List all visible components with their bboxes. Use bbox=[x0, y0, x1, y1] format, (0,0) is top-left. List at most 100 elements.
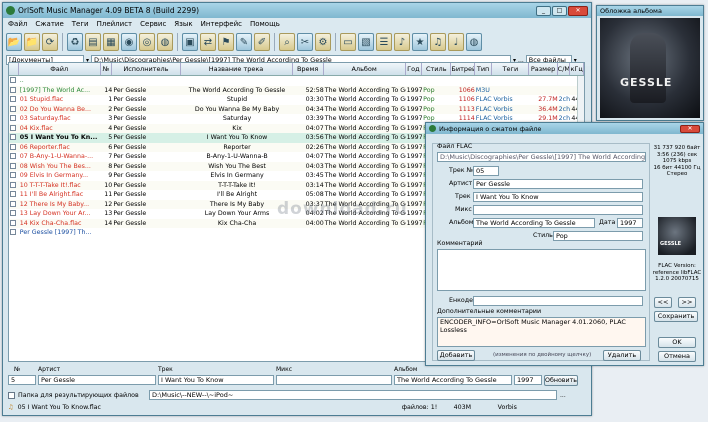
row-checkbox[interactable] bbox=[9, 181, 19, 191]
column-header[interactable]: Год bbox=[406, 63, 423, 75]
table-row[interactable]: [1997] The World Ac... 14 Per Gessle The Wo… bbox=[9, 85, 584, 96]
row-checkbox[interactable] bbox=[9, 162, 19, 172]
output-browse-button[interactable]: ... bbox=[560, 392, 566, 399]
row-checkbox[interactable] bbox=[9, 76, 19, 86]
info-path-field[interactable]: D:\Music\Discographies\Per Gessle\[1997]… bbox=[437, 152, 646, 162]
guitar-icon[interactable]: ♩ bbox=[448, 33, 464, 51]
row-checkbox[interactable] bbox=[9, 133, 19, 143]
column-header[interactable]: Тип bbox=[475, 63, 493, 75]
minimize-icon[interactable]: _ bbox=[536, 5, 551, 16]
row-checkbox[interactable] bbox=[9, 171, 19, 181]
info-add-button[interactable]: Добавить bbox=[437, 350, 475, 361]
window-icon[interactable]: ▭ bbox=[340, 33, 356, 51]
table-row[interactable]: 01 Stupid.flac 1 Per Gessle Stupid 03:30 The … bbox=[9, 95, 584, 105]
edit-year-input[interactable]: 1997 bbox=[514, 375, 542, 385]
info-date-input[interactable]: 1997 bbox=[617, 218, 643, 228]
info-style-select[interactable]: Pop bbox=[553, 231, 643, 241]
edit-track-input[interactable]: I Want You To Know bbox=[158, 375, 274, 385]
column-header[interactable]: Файл bbox=[19, 63, 101, 75]
open-folder-icon[interactable]: 📂 bbox=[6, 33, 22, 51]
row-checkbox[interactable] bbox=[9, 190, 19, 200]
ok-button[interactable]: OK bbox=[658, 337, 696, 348]
column-header[interactable] bbox=[9, 63, 19, 75]
edit-album-input[interactable]: The World According To Gessle bbox=[394, 375, 512, 385]
column-header[interactable]: Размер bbox=[529, 63, 558, 75]
info-mix-input[interactable] bbox=[473, 205, 643, 215]
album-title-bar[interactable]: Обложка альбома bbox=[597, 6, 703, 16]
info-artist-input[interactable]: Per Gessle bbox=[473, 179, 643, 189]
column-header[interactable]: Стиль bbox=[422, 63, 452, 75]
cd-copy-icon[interactable]: ◍ bbox=[157, 33, 173, 51]
tools-icon[interactable]: ⚙ bbox=[315, 33, 331, 51]
menu-item[interactable]: Сервис bbox=[140, 20, 166, 28]
cancel-button[interactable]: Отмена bbox=[658, 351, 696, 362]
row-checkbox[interactable] bbox=[9, 105, 19, 115]
edit-mix-input[interactable] bbox=[276, 375, 392, 385]
column-header[interactable]: Название трека bbox=[181, 63, 293, 75]
row-checkbox[interactable] bbox=[9, 219, 19, 229]
menu-item[interactable]: Плейлист bbox=[97, 20, 133, 28]
menu-item[interactable]: Помощь bbox=[250, 20, 280, 28]
image-icon[interactable]: ▧ bbox=[358, 33, 374, 51]
row-checkbox[interactable] bbox=[9, 124, 19, 134]
cd-icon[interactable]: ◉ bbox=[121, 33, 137, 51]
info-title-input[interactable]: I Want You To Know bbox=[473, 192, 643, 202]
playlist-icon[interactable]: ☰ bbox=[376, 33, 392, 51]
save-button[interactable]: Сохранить bbox=[654, 311, 698, 322]
menu-item[interactable]: Сжатие bbox=[35, 20, 63, 28]
output-folder-checkbox[interactable] bbox=[8, 391, 15, 399]
info-title-bar[interactable]: Информация о сжатом файле ✕ bbox=[426, 123, 703, 134]
edit-icon[interactable]: ✎ bbox=[236, 33, 252, 51]
tags-icon[interactable]: ⚑ bbox=[218, 33, 234, 51]
search-icon[interactable]: ⌕ bbox=[279, 33, 295, 51]
row-checkbox[interactable] bbox=[9, 143, 19, 153]
table-row[interactable]: 02 Do You Wanna Be... 2 Per Gessle Do You W… bbox=[9, 104, 584, 115]
column-header[interactable]: кГц bbox=[570, 63, 584, 75]
close-icon[interactable]: ✕ bbox=[568, 5, 588, 16]
row-checkbox[interactable] bbox=[9, 200, 19, 210]
recycle-icon[interactable]: ♻ bbox=[67, 33, 83, 51]
doc-icon[interactable]: ▤ bbox=[85, 33, 101, 51]
menu-item[interactable]: Интерфейс bbox=[201, 20, 242, 28]
info-close-icon[interactable]: ✕ bbox=[680, 124, 700, 133]
cd-burn-icon[interactable]: ◎ bbox=[139, 33, 155, 51]
next-button[interactable]: >> bbox=[678, 297, 696, 308]
globe-icon[interactable]: ◍ bbox=[466, 33, 482, 51]
menu-item[interactable]: Файл bbox=[8, 20, 27, 28]
row-checkbox[interactable] bbox=[9, 86, 19, 96]
column-header[interactable]: Теги bbox=[492, 63, 530, 75]
folder-icon[interactable]: 📁 bbox=[24, 33, 40, 51]
wrench-icon[interactable]: ✂ bbox=[297, 33, 313, 51]
info-comment-textarea[interactable] bbox=[437, 249, 646, 291]
column-header[interactable]: С/М bbox=[558, 63, 571, 75]
note-icon[interactable]: ♪ bbox=[394, 33, 410, 51]
row-checkbox[interactable] bbox=[9, 152, 19, 162]
disk-icon[interactable]: ▣ bbox=[182, 33, 198, 51]
row-checkbox[interactable] bbox=[9, 209, 19, 219]
edit-artist-input[interactable]: Per Gessle bbox=[38, 375, 156, 385]
column-header[interactable]: Исполнитель bbox=[112, 63, 181, 75]
table-row[interactable]: .. bbox=[9, 76, 584, 86]
info-album-input[interactable]: The World According To Gessle bbox=[473, 218, 595, 228]
rename-icon[interactable]: ✐ bbox=[254, 33, 270, 51]
music-icon[interactable]: ♫ bbox=[430, 33, 446, 51]
menu-item[interactable]: Язык bbox=[174, 20, 192, 28]
maximize-icon[interactable]: □ bbox=[552, 5, 567, 16]
output-path-field[interactable]: D:\Music\--NEW--\~iPod~ bbox=[149, 390, 557, 400]
film-icon[interactable]: ▦ bbox=[103, 33, 119, 51]
main-title-bar[interactable]: OrlSoft Music Manager 4.09 BETA 8 (Build… bbox=[3, 3, 591, 18]
info-track-input[interactable]: 05 bbox=[473, 166, 499, 176]
update-button[interactable]: Обновить bbox=[544, 374, 578, 386]
row-checkbox[interactable] bbox=[9, 95, 19, 105]
info-encoder-input[interactable] bbox=[473, 296, 643, 306]
menu-item[interactable]: Теги bbox=[72, 20, 89, 28]
info-delete-button[interactable]: Удалить bbox=[603, 350, 641, 361]
info-extra-textarea[interactable]: ENCODER_INFO=OrlSoft Music Manager 4.01.… bbox=[437, 317, 646, 347]
column-header[interactable]: № bbox=[101, 63, 113, 75]
column-header[interactable]: Битрейт bbox=[451, 63, 475, 75]
row-checkbox[interactable] bbox=[9, 114, 19, 124]
convert-icon[interactable]: ⇄ bbox=[200, 33, 216, 51]
column-header[interactable]: Альбом bbox=[324, 63, 406, 75]
star-icon[interactable]: ★ bbox=[412, 33, 428, 51]
prev-button[interactable]: << bbox=[654, 297, 672, 308]
